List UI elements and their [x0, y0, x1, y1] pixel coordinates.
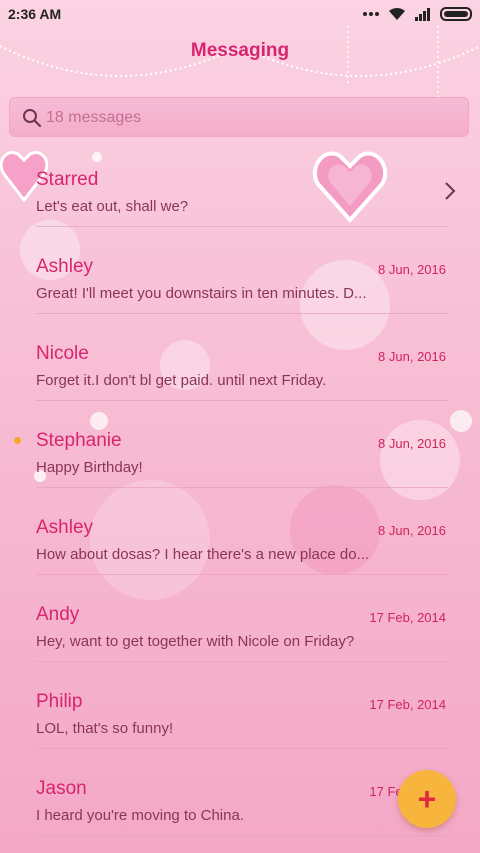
- conversation-item[interactable]: Stephanie 8 Jun, 2016 Happy Birthday!: [0, 401, 480, 488]
- page-title: Messaging: [190, 40, 290, 61]
- conversation-date: 17 Feb, 2014: [369, 610, 446, 625]
- conversation-date: 8 Jun, 2016: [378, 436, 446, 451]
- conversation-item[interactable]: Ashley 8 Jun, 2016 How about dosas? I he…: [0, 488, 480, 575]
- unread-indicator: [14, 437, 21, 444]
- conversation-name: Andy: [36, 604, 80, 625]
- conversation-preview: LOL, that's so funny!: [36, 720, 174, 737]
- status-time: 2:36 AM: [8, 6, 62, 22]
- chain-decoration-icon: [0, 26, 480, 106]
- status-bar: 2:36 AM: [0, 0, 480, 28]
- conversation-name: Starred: [36, 169, 99, 190]
- more-dots-icon: [363, 12, 379, 16]
- search-bar[interactable]: [9, 97, 469, 138]
- conversation-item[interactable]: Andy 17 Feb, 2014 Hey, want to get toget…: [0, 575, 480, 662]
- conversation-name: Stephanie: [36, 430, 122, 451]
- signal-icon: [415, 8, 430, 21]
- conversation-preview: Hey, want to get together with Nicole on…: [36, 633, 355, 650]
- divider: [36, 835, 448, 836]
- chevron-right-icon: [445, 182, 456, 200]
- conversation-preview: How about dosas? I hear there's a new pl…: [36, 546, 370, 563]
- conversation-name: Nicole: [36, 343, 89, 364]
- search-icon: [23, 109, 42, 128]
- conversation-preview: Forget it.I don't bl get paid. until nex…: [36, 372, 327, 389]
- conversation-preview: I heard you're moving to China.: [36, 807, 244, 824]
- conversation-date: 8 Jun, 2016: [378, 523, 446, 538]
- plus-icon: +: [417, 780, 437, 817]
- conversation-name: Ashley: [36, 517, 94, 538]
- battery-icon: [440, 7, 472, 21]
- conversation-date: 8 Jun, 2016: [378, 349, 446, 364]
- search-input[interactable]: [44, 98, 448, 138]
- conversation-preview: Let's eat out, shall we?: [36, 198, 189, 215]
- conversation-date: 17 Feb, 2014: [369, 697, 446, 712]
- new-message-button[interactable]: +: [398, 770, 456, 828]
- conversation-name: Ashley: [36, 256, 94, 277]
- conversation-item[interactable]: Ashley 8 Jun, 2016 Great! I'll meet you …: [0, 227, 480, 314]
- conversation-item[interactable]: Philip 17 Feb, 2014 LOL, that's so funny…: [0, 662, 480, 749]
- app-header: Messaging: [0, 40, 480, 62]
- conversation-preview: Happy Birthday!: [36, 459, 143, 476]
- conversation-item-starred[interactable]: Starred Let's eat out, shall we?: [0, 140, 480, 227]
- conversation-name: Jason: [36, 778, 87, 799]
- conversation-item[interactable]: Nicole 8 Jun, 2016 Forget it.I don't bl …: [0, 314, 480, 401]
- conversation-date: 8 Jun, 2016: [378, 262, 446, 277]
- conversation-name: Philip: [36, 691, 83, 712]
- wifi-icon: [389, 7, 405, 20]
- conversation-preview: Great! I'll meet you downstairs in ten m…: [36, 285, 367, 302]
